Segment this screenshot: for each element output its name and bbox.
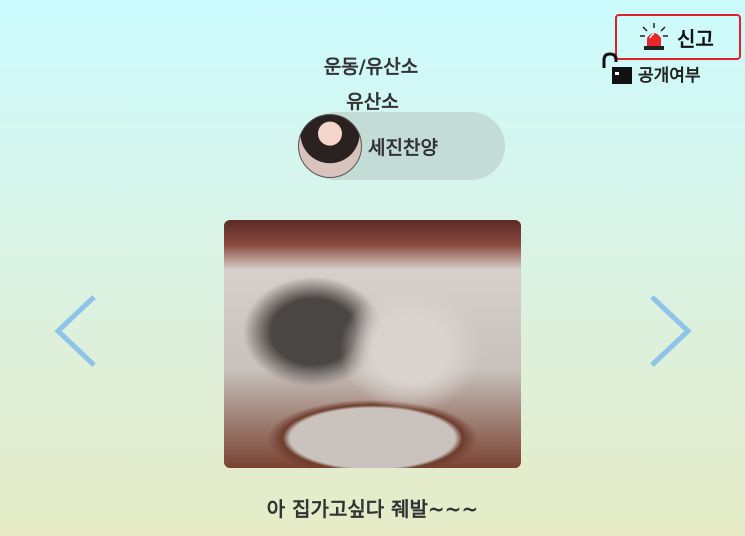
post-image xyxy=(224,220,521,468)
chevron-right-icon[interactable] xyxy=(644,293,694,369)
post-subcategory: 유산소 xyxy=(346,91,399,113)
siren-icon xyxy=(640,23,668,50)
post-caption: 아 집가고싶다 줴발~~~ xyxy=(266,497,479,521)
chevron-left-icon[interactable] xyxy=(52,293,102,369)
report-label: 신고 xyxy=(677,26,714,51)
author-name: 세진찬양 xyxy=(368,136,438,159)
avatar xyxy=(298,114,362,178)
author-chip[interactable]: 세진찬양 xyxy=(298,112,505,180)
post-category: 운동/유산소 xyxy=(323,56,419,78)
